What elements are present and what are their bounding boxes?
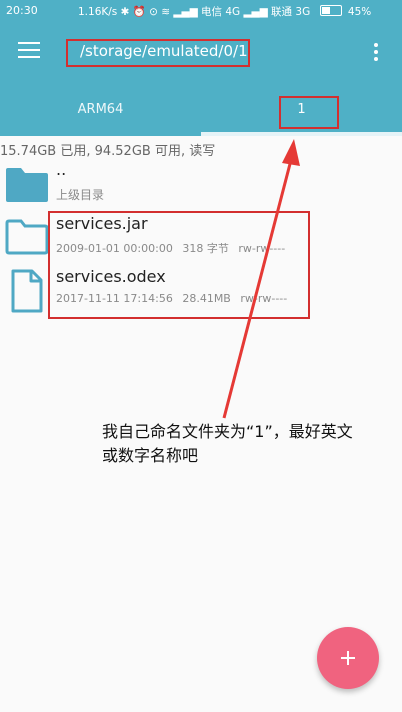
annotation-note: 我自己命名文件夹为“1”，最好英文 或数字名称吧: [102, 420, 402, 468]
annotation-line-2: 或数字名称吧: [102, 446, 199, 465]
annotation-line-1: 我自己命名文件夹为“1”，最好英文: [102, 422, 353, 441]
add-fab-button[interactable]: [317, 627, 379, 689]
plus-icon-stroke: [347, 651, 349, 665]
annotation-arrow: [222, 139, 300, 419]
